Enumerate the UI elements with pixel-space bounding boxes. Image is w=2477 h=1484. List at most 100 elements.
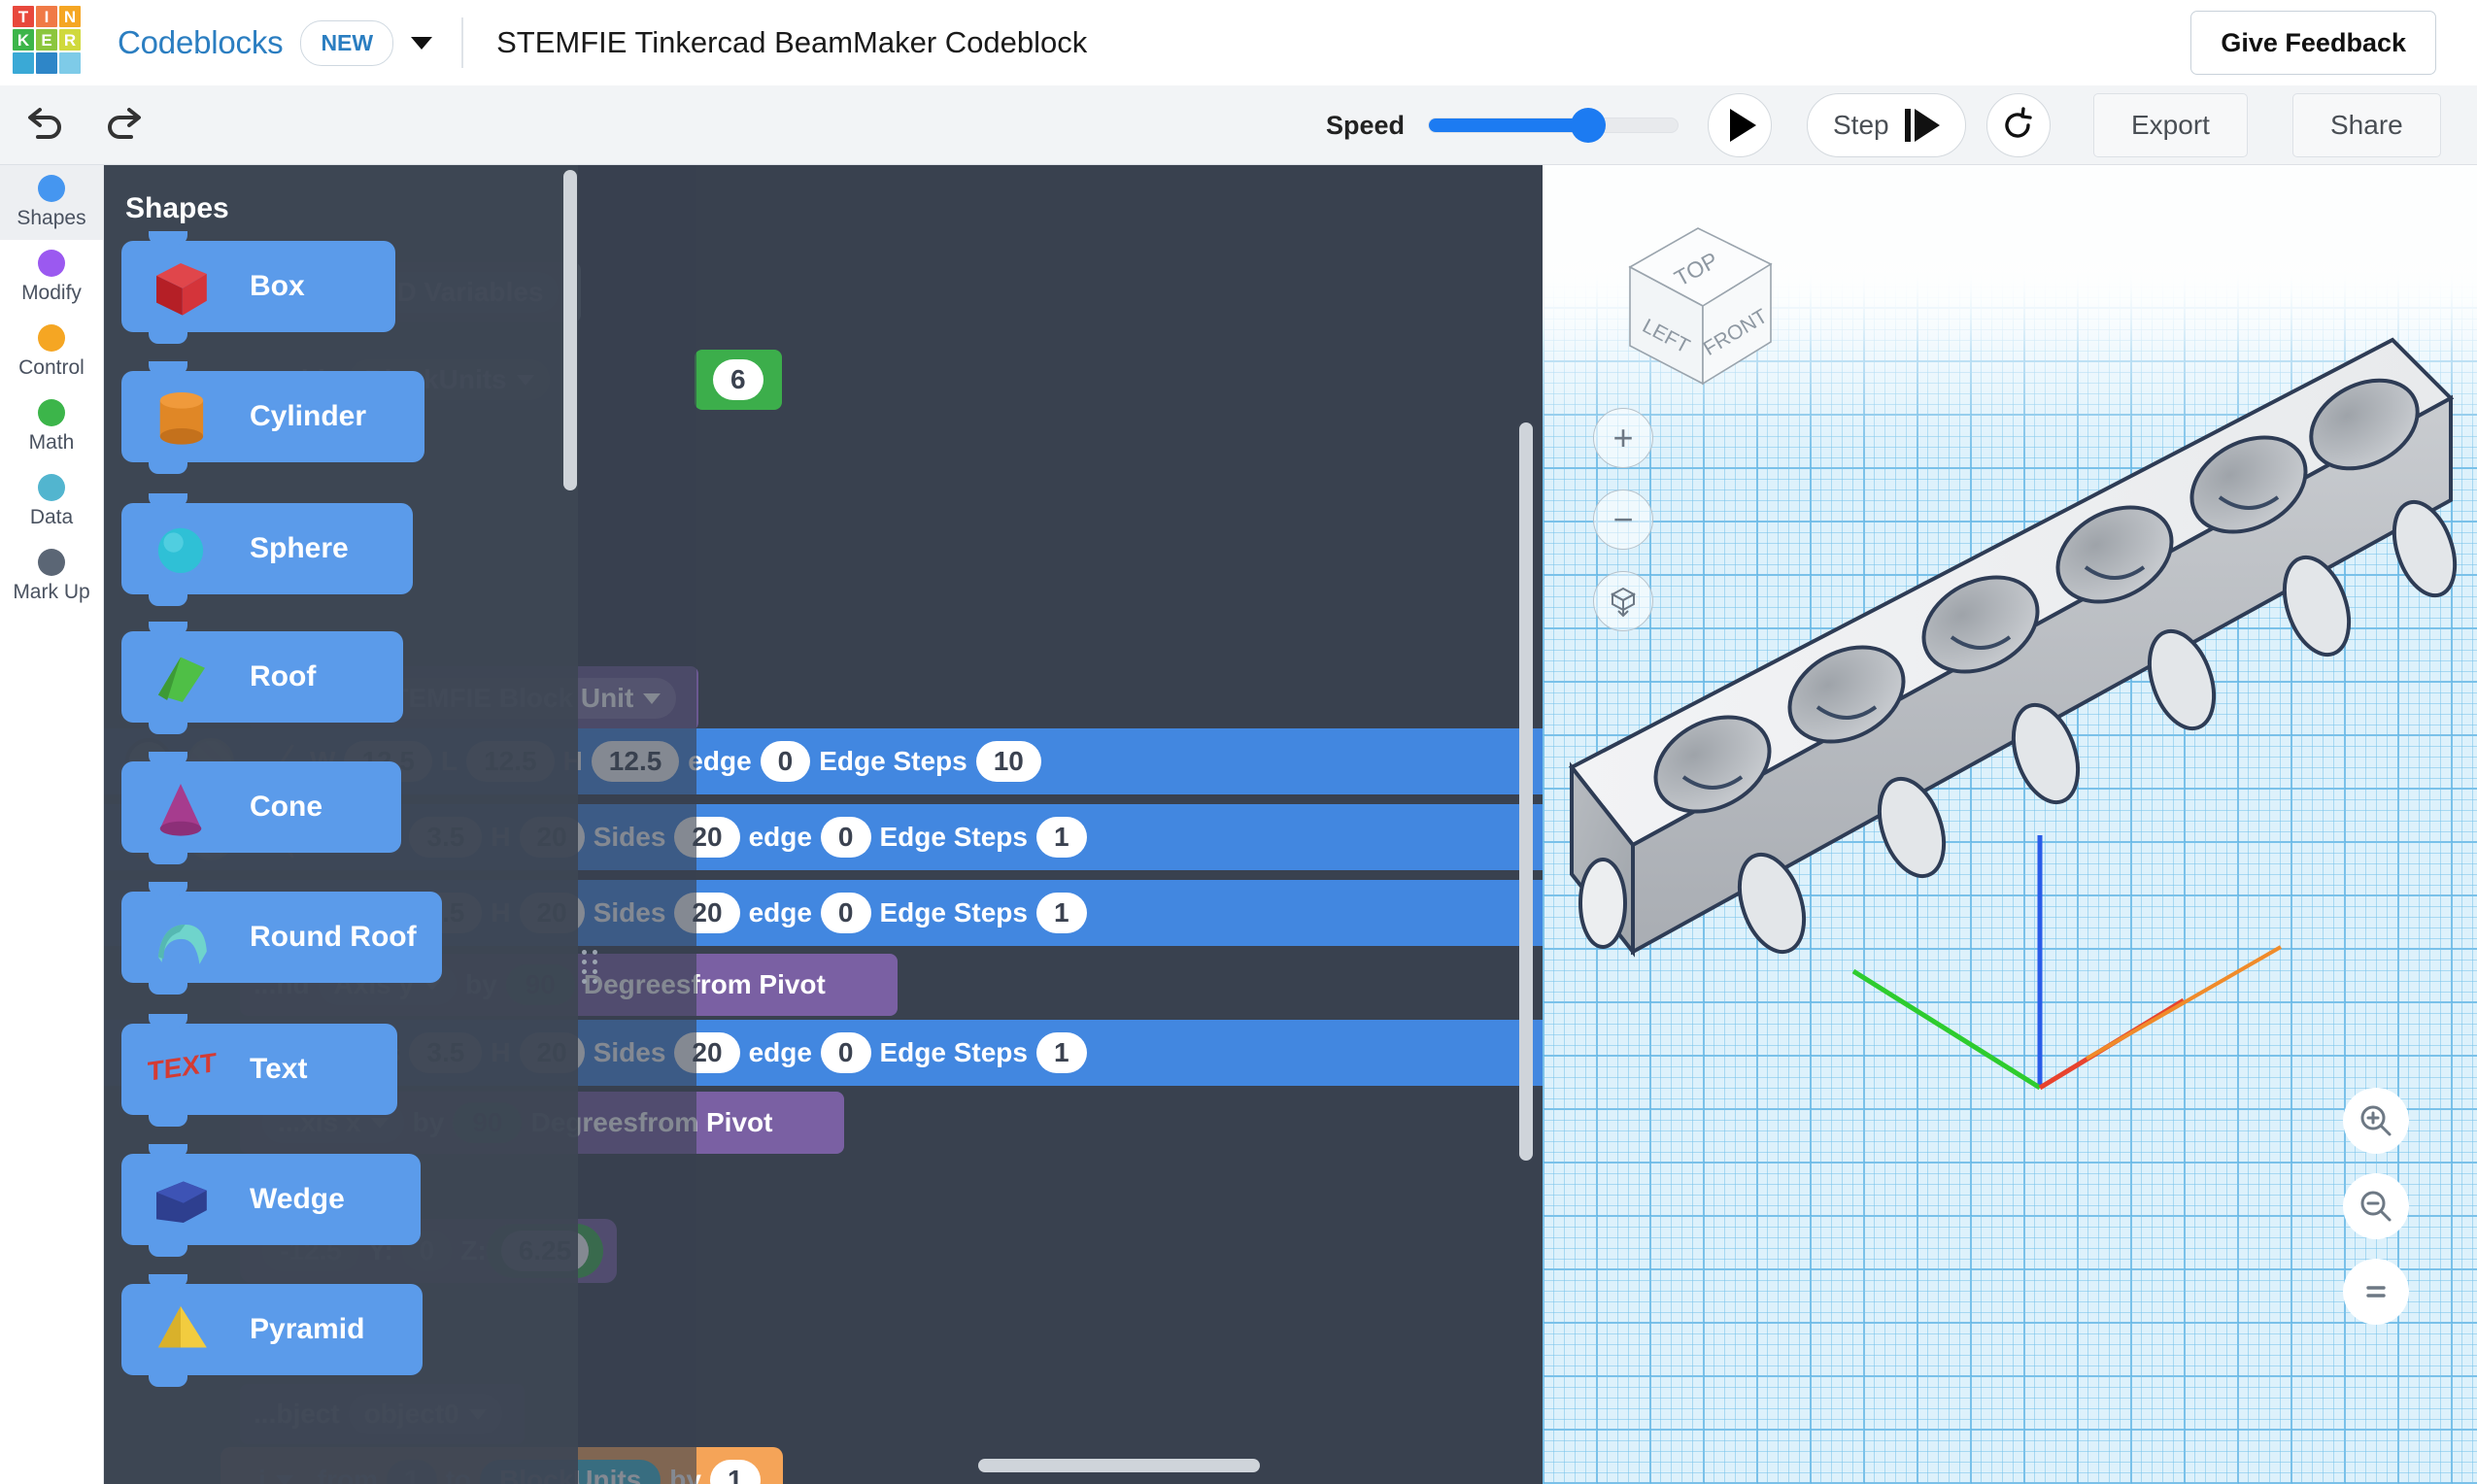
workspace-vertical-scrollbar[interactable] (1519, 422, 1533, 1161)
logo-tile: T (13, 6, 34, 27)
field-label-edge: edge (748, 897, 812, 928)
step-forward-icon (1904, 109, 1940, 142)
chevron-down-icon[interactable] (411, 36, 433, 50)
palette-item-label: Cone (250, 791, 322, 823)
sidebar-item-markup[interactable]: Mark Up (0, 539, 103, 614)
palette-item-roof[interactable]: Roof (121, 622, 403, 734)
field-value-edgesteps[interactable]: 1 (1035, 817, 1087, 858)
box-shape-icon (156, 262, 207, 316)
sidebar-item-math[interactable]: Math (0, 389, 103, 464)
field-value-edge[interactable]: 0 (820, 817, 871, 858)
redo-arrow-icon (108, 107, 141, 139)
field-label-edgesteps: Edge Steps (819, 746, 967, 776)
speed-control: Speed (1326, 85, 1680, 165)
sidebar-item-label: Control (18, 356, 85, 379)
data-category-dot (38, 474, 65, 501)
palette-item-box[interactable]: Box (121, 231, 395, 344)
round-roof-shape-icon (157, 925, 207, 964)
logo-tile: K (13, 29, 34, 51)
redo-button[interactable] (97, 98, 152, 152)
brand-codeblocks[interactable]: Codeblocks (118, 24, 284, 61)
palette-item-text[interactable]: TEXT Text (121, 1014, 397, 1127)
tinkercad-logo[interactable]: T I N K E R (13, 6, 81, 74)
palette-item-sphere[interactable]: Sphere (121, 493, 413, 606)
palette-item-label: Sphere (250, 532, 349, 564)
zoom-fit-button[interactable] (2343, 1259, 2409, 1325)
field-value-sides[interactable]: 20 (674, 1032, 740, 1073)
y-axis (1851, 968, 2042, 1091)
sidebar-item-data[interactable]: Data (0, 464, 103, 539)
field-label-sides: Sides (593, 897, 666, 928)
category-sidebar: Shapes Modify Control Math Data Mark Up (0, 165, 104, 1484)
app-header: T I N K E R Codeblocks NEW STEMFIE Tinke… (0, 0, 2477, 85)
palette-item-cylinder[interactable]: Cylinder (121, 361, 424, 474)
beam-end-hole (1578, 858, 1627, 949)
speed-slider[interactable] (1428, 108, 1680, 143)
logo-tile: E (36, 29, 57, 51)
logo-tile (13, 52, 34, 74)
sidebar-item-shapes[interactable]: Shapes (0, 165, 103, 240)
workspace-horizontal-scrollbar[interactable] (978, 1459, 1260, 1472)
palette-item-cone[interactable]: Cone (121, 752, 401, 864)
field-label-edge: edge (748, 822, 812, 852)
field-value-h[interactable]: 12.5 (591, 741, 680, 782)
number-value[interactable]: 6 (713, 359, 763, 400)
field-label-edgesteps: Edge Steps (879, 897, 1028, 928)
shapes-palette[interactable]: Shapes Box Cylinder Sphere Roof Cone Rou… (104, 165, 597, 1484)
zoom-in-button[interactable] (2343, 1088, 2409, 1154)
speed-slider-knob[interactable] (1570, 108, 1606, 143)
field-label-sides: Sides (593, 822, 666, 852)
palette-item-wedge[interactable]: Wedge (121, 1144, 421, 1257)
math-category-dot (38, 399, 65, 426)
field-value-edge[interactable]: 0 (820, 893, 871, 933)
stemfie-beam-model[interactable] (1543, 165, 2477, 1484)
palette-item-pyramid[interactable]: Pyramid (121, 1274, 423, 1387)
3d-viewport[interactable]: TOP LEFT FRONT + − (1543, 165, 2477, 1484)
palette-title: Shapes (125, 192, 229, 224)
editor-toolbar: Speed Step Export Share (0, 85, 2477, 165)
palette-item-label: Cylinder (250, 400, 367, 432)
palette-item-round-roof[interactable]: Round Roof (121, 882, 442, 995)
sidebar-item-label: Modify (21, 282, 82, 304)
sidebar-item-modify[interactable]: Modify (0, 240, 103, 315)
palette-scrollbar[interactable] (563, 170, 577, 490)
field-value-edge[interactable]: 0 (820, 1032, 871, 1073)
play-button[interactable] (1708, 93, 1772, 157)
sidebar-item-control[interactable]: Control (0, 315, 103, 389)
share-button[interactable]: Share (2292, 93, 2441, 157)
document-title[interactable]: STEMFIE Tinkercad BeamMaker Codeblock (496, 25, 1087, 60)
sidebar-item-label: Shapes (17, 207, 86, 229)
step-label: Step (1833, 110, 1889, 140)
field-value-edge[interactable]: 0 (760, 741, 811, 782)
roof-shape-icon (157, 657, 205, 702)
sidebar-item-label: Data (29, 506, 74, 528)
reset-rotate-icon (2005, 107, 2032, 138)
step-button[interactable]: Step (1807, 93, 1966, 157)
logo-tile (36, 52, 57, 74)
rotate-unit-label: Degrees (583, 969, 692, 999)
loop-by-value[interactable]: 1 (709, 1460, 761, 1484)
palette-resize-grip[interactable] (582, 937, 597, 995)
logo-tile (59, 52, 81, 74)
palette-item-label: Roof (250, 660, 317, 692)
field-value-sides[interactable]: 20 (674, 817, 740, 858)
palette-item-label: Pyramid (250, 1313, 365, 1345)
field-value-edgesteps[interactable]: 1 (1035, 1032, 1087, 1073)
block-number-six[interactable]: 6 (695, 350, 782, 410)
reset-button[interactable] (1986, 93, 2051, 157)
rotate-pivot-label: from Pivot (691, 969, 826, 999)
field-label-sides: Sides (593, 1037, 666, 1067)
svg-text:TEXT: TEXT (148, 1047, 217, 1087)
field-value-sides[interactable]: 20 (674, 893, 740, 933)
palette-item-label: Text (250, 1053, 308, 1085)
export-button[interactable]: Export (2093, 93, 2248, 157)
speed-slider-fill (1429, 118, 1583, 132)
field-value-edgesteps[interactable]: 1 (1035, 893, 1087, 933)
logo-tile: I (36, 6, 57, 27)
field-value-edgesteps[interactable]: 10 (975, 741, 1041, 782)
undo-button[interactable] (17, 98, 72, 152)
logo-tile: N (59, 6, 81, 27)
zoom-out-button[interactable] (2343, 1173, 2409, 1239)
give-feedback-button[interactable]: Give Feedback (2190, 11, 2436, 75)
wedge-shape-icon (156, 1181, 207, 1224)
